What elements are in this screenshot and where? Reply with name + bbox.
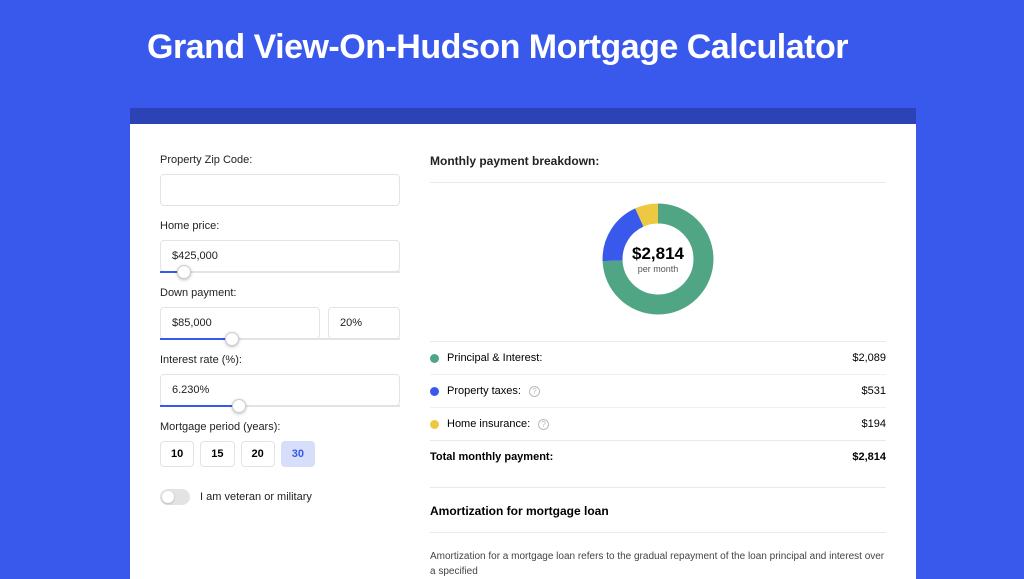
- slider-thumb[interactable]: [225, 332, 239, 346]
- breakdown-label: Home insurance:: [447, 418, 530, 430]
- divider: [430, 182, 886, 183]
- breakdown-column: Monthly payment breakdown: $2,814 per mo…: [430, 154, 886, 579]
- home-price-label: Home price:: [160, 220, 400, 232]
- interest-rate-input[interactable]: [160, 374, 400, 406]
- breakdown-row: Home insurance:? $194: [430, 407, 886, 440]
- zip-label: Property Zip Code:: [160, 154, 400, 166]
- breakdown-heading: Monthly payment breakdown:: [430, 154, 886, 178]
- zip-input[interactable]: [160, 174, 400, 206]
- breakdown-value: $2,089: [852, 352, 886, 364]
- page-title: Grand View-On-Hudson Mortgage Calculator: [0, 0, 1024, 85]
- donut-sub-label: per month: [638, 264, 679, 274]
- period-option-30[interactable]: 30: [281, 441, 315, 467]
- period-option-20[interactable]: 20: [241, 441, 275, 467]
- inputs-column: Property Zip Code: Home price: Down paym…: [160, 154, 400, 579]
- period-option-15[interactable]: 15: [200, 441, 234, 467]
- period-option-10[interactable]: 10: [160, 441, 194, 467]
- mortgage-period-label: Mortgage period (years):: [160, 421, 400, 433]
- total-payment-value: $2,814: [852, 451, 886, 463]
- down-payment-pct-input[interactable]: [328, 307, 400, 339]
- breakdown-row: Principal & Interest: $2,089: [430, 341, 886, 374]
- amortization-heading: Amortization for mortgage loan: [430, 504, 886, 528]
- veteran-label: I am veteran or military: [200, 491, 312, 503]
- payment-donut-chart: $2,814 per month: [598, 199, 718, 319]
- legend-dot: [430, 354, 439, 363]
- home-price-slider[interactable]: [160, 271, 400, 273]
- breakdown-label: Property taxes:: [447, 385, 521, 397]
- calculator-card: Property Zip Code: Home price: Down paym…: [130, 124, 916, 579]
- interest-rate-slider[interactable]: [160, 405, 400, 407]
- legend-dot: [430, 387, 439, 396]
- donut-total-amount: $2,814: [632, 244, 684, 264]
- slider-thumb[interactable]: [232, 399, 246, 413]
- veteran-toggle[interactable]: [160, 489, 190, 505]
- mortgage-period-group: 1015 2030: [160, 441, 400, 467]
- home-price-input[interactable]: [160, 240, 400, 272]
- divider: [430, 532, 886, 533]
- down-payment-amount-input[interactable]: [160, 307, 320, 339]
- down-payment-label: Down payment:: [160, 287, 400, 299]
- slider-thumb[interactable]: [177, 265, 191, 279]
- info-icon[interactable]: ?: [538, 419, 549, 430]
- breakdown-value: $531: [862, 385, 886, 397]
- divider: [430, 487, 886, 488]
- breakdown-label: Principal & Interest:: [447, 352, 542, 364]
- legend-dot: [430, 420, 439, 429]
- total-payment-label: Total monthly payment:: [430, 451, 553, 463]
- interest-rate-label: Interest rate (%):: [160, 354, 400, 366]
- down-payment-slider[interactable]: [160, 338, 400, 340]
- toggle-knob: [162, 491, 174, 503]
- info-icon[interactable]: ?: [529, 386, 540, 397]
- amortization-body: Amortization for a mortgage loan refers …: [430, 549, 886, 579]
- breakdown-row: Property taxes:? $531: [430, 374, 886, 407]
- breakdown-value: $194: [862, 418, 886, 430]
